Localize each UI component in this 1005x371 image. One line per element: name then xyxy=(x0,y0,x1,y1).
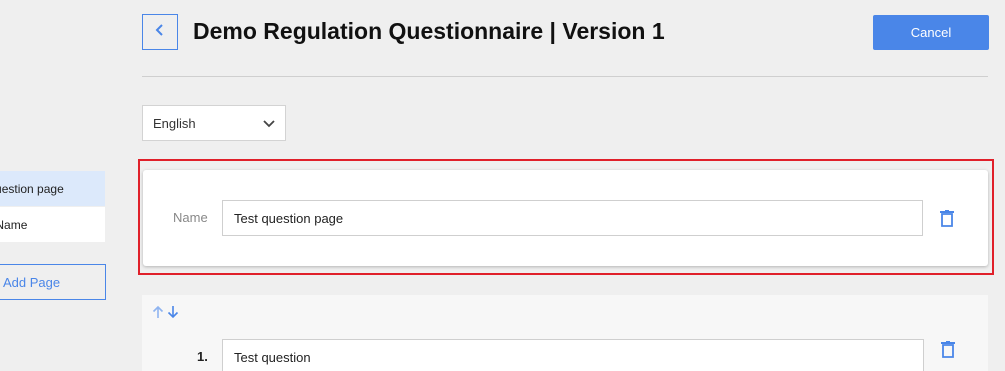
arrow-down-icon[interactable] xyxy=(167,305,179,324)
header-divider xyxy=(142,76,988,77)
add-page-label: Add Page xyxy=(3,274,61,290)
page-title: Demo Regulation Questionnaire | Version … xyxy=(193,18,665,44)
language-select[interactable]: English xyxy=(142,105,286,141)
cancel-button[interactable]: Cancel xyxy=(873,15,989,50)
sidebar-item-section-name[interactable]: Section Name xyxy=(0,207,105,242)
sidebar: Test question page Section Name Add Page xyxy=(0,0,110,371)
question-text-input[interactable]: Test question xyxy=(222,339,924,371)
language-select-value: English xyxy=(153,115,196,131)
sidebar-item-test-question-page[interactable]: Test question page xyxy=(0,171,105,206)
page-name-input[interactable]: Test question page xyxy=(222,200,923,236)
back-button[interactable] xyxy=(142,14,178,50)
reorder-controls xyxy=(152,305,179,324)
sidebar-item-label: Section Name xyxy=(0,217,28,232)
page-name-card: Name Test question page xyxy=(143,170,988,266)
question-card: 1. Test question xyxy=(142,295,988,371)
chevron-down-icon xyxy=(263,116,275,131)
chevron-left-icon xyxy=(155,23,165,41)
name-label: Name xyxy=(173,210,208,225)
sidebar-item-label: Test question page xyxy=(0,181,64,196)
question-number: 1. xyxy=(197,349,208,364)
arrow-up-icon[interactable] xyxy=(152,305,164,324)
trash-icon[interactable] xyxy=(938,208,956,228)
trash-icon[interactable] xyxy=(939,339,957,359)
add-page-button[interactable]: Add Page xyxy=(0,264,106,300)
